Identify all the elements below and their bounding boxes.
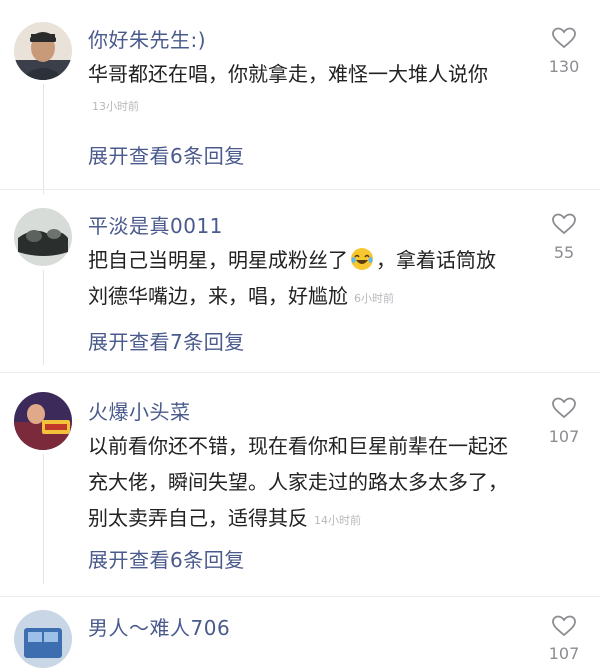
comment-text-line: ，拿着话筒放 xyxy=(376,248,496,272)
comment-item: 你好朱先生:) 华哥都还在唱，你就拿走，难怪一大堆人说你 13小时前 展开查看6… xyxy=(0,0,600,200)
comment-username[interactable]: 你好朱先生:) xyxy=(88,24,206,53)
like-count: 55 xyxy=(553,243,575,262)
comment-text-line: 华哥都还在唱，你就拿走，难怪一大堆人说你 xyxy=(88,62,488,86)
avatar[interactable] xyxy=(14,610,72,668)
comment-text-line: 把自己当明星，明星成粉丝了 xyxy=(88,248,348,272)
comment-text: 华哥都还在唱，你就拿走，难怪一大堆人说你 xyxy=(88,56,518,92)
expand-replies-link[interactable]: 展开查看6条回复 xyxy=(88,544,245,573)
avatar[interactable] xyxy=(14,392,72,450)
comment-timestamp: 14小时前 xyxy=(314,514,361,527)
heart-outline-icon[interactable] xyxy=(551,614,577,638)
comment-item: 火爆小头菜 以前看你还不错，现在看你和巨星前辈在一起还 充大佬，瞬间失望。人家走… xyxy=(0,374,600,594)
comment-username[interactable]: 火爆小头菜 xyxy=(88,396,191,425)
like-count: 107 xyxy=(548,427,580,446)
comment-text: 把自己当明星，明星成粉丝了 ，拿着话筒放 刘德华嘴边，来，唱，好尴尬 6小时前 xyxy=(88,242,518,317)
divider xyxy=(0,372,600,373)
comment-text-line: 充大佬，瞬间失望。人家走过的路太多太多了， xyxy=(88,470,508,494)
comment-timestamp: 13小时前 xyxy=(92,100,139,113)
laughing-tears-emoji-icon xyxy=(351,248,373,270)
comment-item: 男人～难人706 107 xyxy=(0,598,600,668)
comment-text-line: 以前看你还不错，现在看你和巨星前辈在一起还 xyxy=(88,434,508,458)
heart-outline-icon[interactable] xyxy=(551,396,577,420)
thread-line xyxy=(43,84,44,194)
heart-outline-icon[interactable] xyxy=(551,26,577,50)
divider xyxy=(0,596,600,597)
comment-text: 以前看你还不错，现在看你和巨星前辈在一起还 充大佬，瞬间失望。人家走过的路太多太… xyxy=(88,428,518,539)
thread-line xyxy=(43,270,44,365)
comment-username[interactable]: 平淡是真0011 xyxy=(88,210,223,239)
like-count: 130 xyxy=(548,57,580,76)
comment-timestamp: 6小时前 xyxy=(354,292,394,305)
expand-replies-link[interactable]: 展开查看7条回复 xyxy=(88,326,245,355)
comment-item: 平淡是真0011 把自己当明星，明星成粉丝了 ，拿着话筒放 刘德华嘴边，来，唱，… xyxy=(0,190,600,370)
expand-replies-link[interactable]: 展开查看6条回复 xyxy=(88,140,245,169)
comment-text-line: 刘德华嘴边，来，唱，好尴尬 xyxy=(88,284,348,308)
comment-username[interactable]: 男人～难人706 xyxy=(88,612,230,641)
avatar[interactable] xyxy=(14,22,72,80)
thread-line xyxy=(43,454,44,584)
comment-text-line: 别太卖弄自己，适得其反 xyxy=(88,506,308,530)
avatar[interactable] xyxy=(14,208,72,266)
heart-outline-icon[interactable] xyxy=(551,212,577,236)
